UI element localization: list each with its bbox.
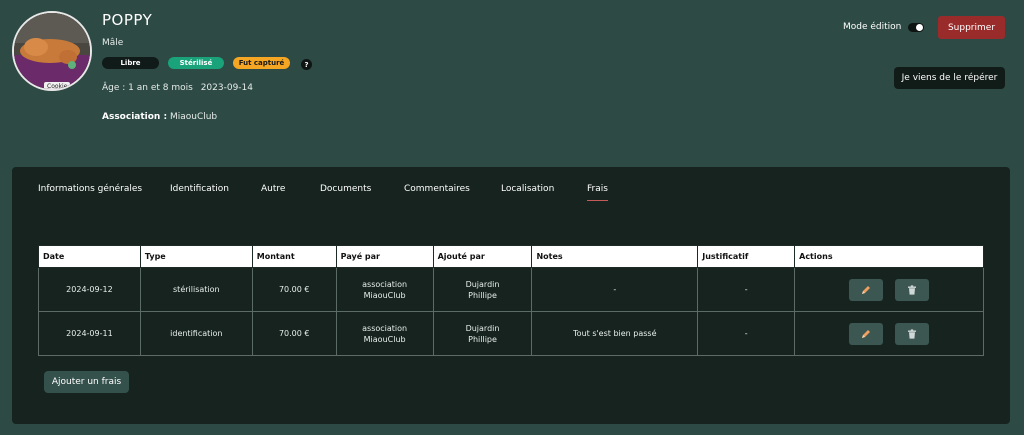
tab-fees[interactable]: Frais	[587, 184, 608, 201]
cell-actions	[794, 267, 984, 312]
added-by-line1: Dujardin	[465, 279, 500, 289]
added-by-line1: Dujardin	[465, 323, 500, 333]
cell-receipt: -	[697, 311, 796, 356]
status-badges: Libre Stérilisé Fut capturé ?	[102, 56, 312, 70]
cat-avatar: Cookie	[12, 11, 92, 91]
edit-fee-button[interactable]	[849, 322, 884, 345]
cell-date: 2024-09-12	[38, 267, 141, 312]
association-label: Association :	[102, 112, 168, 122]
cat-age: Âge : 1 an et 8 mois 2023-09-14	[102, 83, 253, 93]
cell-added-by: Dujardin Phillipe	[432, 267, 533, 312]
col-amount: Montant	[251, 245, 337, 268]
details-panel: Informations générales Identification Au…	[12, 167, 1010, 424]
col-actions: Actions	[794, 245, 984, 268]
fees-table: Date Type Montant Payé par Ajouté par No…	[38, 245, 984, 356]
cell-paid-by: association MiaouClub	[335, 267, 434, 312]
delete-button[interactable]: Supprimer	[938, 16, 1005, 39]
col-notes: Notes	[531, 245, 699, 268]
cell-receipt: -	[697, 267, 796, 312]
cell-notes: -	[531, 267, 699, 312]
paid-by-line1: association	[362, 323, 408, 333]
badge-free: Libre	[102, 57, 159, 69]
table-row: 2024-09-11 identification 70.00 € associ…	[38, 311, 984, 356]
tab-general-info[interactable]: Informations générales	[38, 184, 142, 200]
help-icon[interactable]: ?	[301, 59, 312, 70]
cat-association: Association : MiaouClub	[102, 112, 217, 122]
age-text: Âge : 1 an et 8 mois	[102, 83, 193, 93]
col-date: Date	[38, 245, 141, 268]
edit-fee-button[interactable]	[849, 278, 884, 301]
cell-type: identification	[139, 311, 253, 356]
cat-photo	[14, 13, 90, 89]
paid-by-line2: MiaouClub	[363, 334, 406, 344]
cell-amount: 70.00 €	[251, 267, 337, 312]
tab-other[interactable]: Autre	[261, 184, 285, 200]
badge-captured: Fut capturé	[233, 57, 290, 69]
cell-date: 2024-09-11	[38, 311, 141, 356]
delete-fee-button[interactable]	[895, 278, 930, 301]
cell-notes: Tout s'est bien passé	[531, 311, 699, 356]
pencil-icon	[862, 329, 871, 338]
pencil-icon	[862, 285, 871, 294]
cat-sex: Mâle	[102, 38, 124, 48]
cell-added-by: Dujardin Phillipe	[432, 311, 533, 356]
added-by-line2: Phillipe	[468, 334, 497, 344]
edit-mode: Mode édition	[843, 22, 925, 32]
association-value: MiaouClub	[169, 112, 218, 122]
added-by-line2: Phillipe	[468, 290, 497, 300]
table-header-row: Date Type Montant Payé par Ajouté par No…	[38, 245, 984, 268]
cell-type: stérilisation	[139, 267, 253, 312]
col-type: Type	[139, 245, 253, 268]
tab-location[interactable]: Localisation	[501, 184, 554, 200]
col-receipt: Justificatif	[697, 245, 796, 268]
table-row: 2024-09-12 stérilisation 70.00 € associa…	[38, 267, 984, 312]
cell-actions	[794, 311, 984, 356]
cell-paid-by: association MiaouClub	[335, 311, 434, 356]
col-paid-by: Payé par	[335, 245, 434, 268]
add-fee-button[interactable]: Ajouter un frais	[44, 371, 129, 393]
col-added-by: Ajouté par	[432, 245, 533, 268]
edit-mode-toggle[interactable]	[908, 22, 925, 32]
tab-documents[interactable]: Documents	[320, 184, 371, 200]
trash-icon	[908, 284, 917, 295]
avatar-caption: Cookie	[44, 82, 71, 89]
delete-fee-button[interactable]	[895, 322, 930, 345]
badge-sterilized: Stérilisé	[168, 57, 224, 69]
paid-by-line2: MiaouClub	[363, 290, 406, 300]
cat-name: POPPY	[102, 11, 153, 29]
edit-mode-label: Mode édition	[843, 22, 902, 32]
trash-icon	[908, 328, 917, 339]
tab-identification[interactable]: Identification	[170, 184, 229, 200]
paid-by-line1: association	[362, 279, 408, 289]
birth-date: 2023-09-14	[200, 83, 253, 93]
spotted-button[interactable]: Je viens de le répérer	[894, 67, 1005, 89]
tab-comments[interactable]: Commentaires	[404, 184, 470, 200]
cell-amount: 70.00 €	[251, 311, 337, 356]
